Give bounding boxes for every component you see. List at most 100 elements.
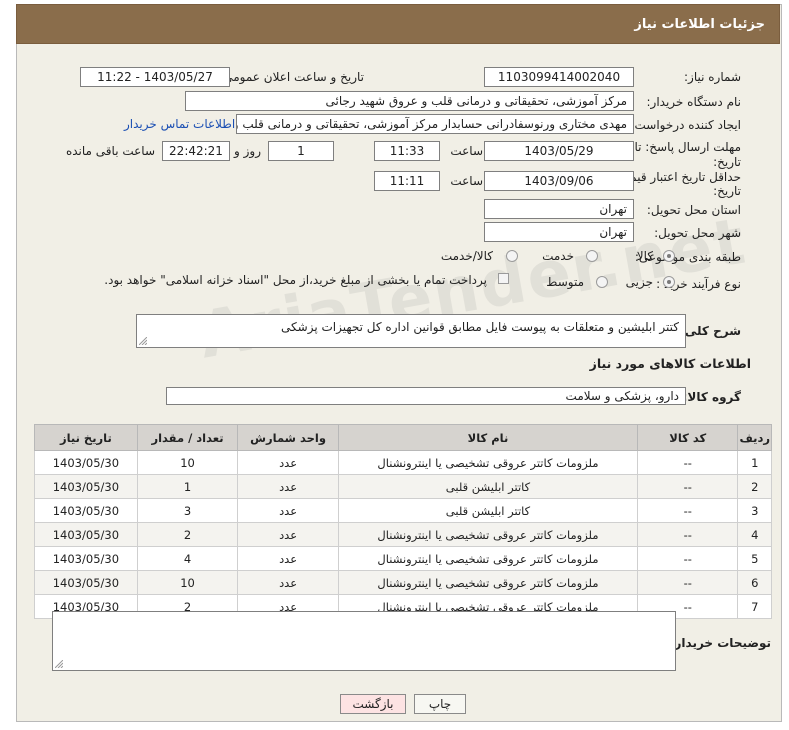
table-cell: 1403/05/30 [34, 570, 138, 595]
goods-group-label: گروه کالا: [682, 390, 741, 404]
validity-time-label: ساعت [450, 174, 483, 188]
requester-label: ایجاد کننده درخواست: [630, 118, 741, 132]
purchase-option-medium: متوسط [546, 275, 584, 289]
need-number-field[interactable]: 1103099414002040 [484, 67, 634, 87]
buyer-notes-textarea[interactable] [52, 611, 676, 671]
column-header: واحد شمارش [237, 424, 339, 451]
goods-table: ردیف کد کالا نام کالا واحد شمارش تعداد /… [34, 424, 772, 619]
category-option-goods-service: کالا/خدمت [440, 249, 493, 263]
need-number-label: شماره نیاز: [684, 70, 741, 84]
city-field[interactable]: تهران [484, 222, 634, 242]
category-radio-goods[interactable] [663, 250, 675, 262]
purchase-radio-medium[interactable] [596, 276, 608, 288]
table-row[interactable]: 1 -- ملزومات کاتتر عروقی تشخیصی یا اینترون… [34, 450, 772, 475]
purchase-option-minor: جزیی [625, 275, 653, 289]
buyer-org-field[interactable]: مرکز آموزشی، تحقیقاتی و درمانی قلب و عرو… [185, 91, 634, 111]
table-header-row: ردیف کد کالا نام کالا واحد شمارش تعداد /… [34, 424, 772, 451]
page-title: جزئیات اطلاعات نیاز [16, 4, 780, 44]
table-cell: 1403/05/30 [34, 474, 138, 499]
category-radio-goods-service[interactable] [506, 250, 518, 262]
table-cell: 1403/05/30 [34, 450, 138, 475]
table-cell: 1 [737, 450, 772, 475]
table-row[interactable]: 2 -- کاتتر ابلیشن قلبی عدد 1 1403/05/30 [34, 474, 772, 499]
table-cell: 3 [737, 498, 772, 523]
table-cell: عدد [237, 546, 339, 571]
table-cell: -- [637, 498, 739, 523]
purchase-radio-minor[interactable] [663, 276, 675, 288]
validity-time-field[interactable]: 11:11 [374, 171, 440, 191]
treasury-checkbox[interactable] [498, 273, 509, 284]
table-cell: 6 [737, 570, 772, 595]
table-cell: 10 [136, 570, 239, 595]
deadline-date-field[interactable]: 1403/05/29 [484, 141, 634, 161]
city-label: شهر محل تحویل: [654, 226, 741, 240]
table-cell: 1 [136, 474, 239, 499]
table-cell: 1403/05/30 [34, 522, 138, 547]
table-cell: عدد [237, 522, 339, 547]
table-cell: ملزومات کاتتر عروقی تشخیصی یا اینترونشنا… [337, 546, 639, 571]
table-cell: 5 [737, 546, 772, 571]
deadline-label-date: تاریخ: [713, 155, 741, 169]
table-cell: -- [637, 546, 739, 571]
table-cell: 1403/05/30 [34, 498, 138, 523]
resize-grip-icon[interactable] [139, 337, 147, 345]
buyer-org-label: نام دستگاه خریدار: [646, 95, 742, 109]
validity-date-field[interactable]: 1403/09/06 [484, 171, 634, 191]
table-cell: ملزومات کاتتر عروقی تشخیصی یا اینترونشنا… [337, 570, 639, 595]
table-cell: ملزومات کاتتر عروقی تشخیصی یا اینترونشنا… [337, 522, 639, 547]
remaining-time-field[interactable]: 22:42:21 [162, 141, 230, 161]
table-cell: 4 [737, 522, 772, 547]
table-cell: عدد [237, 498, 339, 523]
requester-field[interactable]: مهدی مختاری ورنوسفادرانی حسابدار مرکز آم… [236, 114, 634, 134]
announce-field[interactable]: 1403/05/27 - 11:22 [80, 67, 230, 87]
table-cell: عدد [237, 570, 339, 595]
deadline-time-field[interactable]: 11:33 [374, 141, 440, 161]
announce-label: تاریخ و ساعت اعلان عمومی: [219, 70, 364, 84]
table-cell: 3 [136, 498, 239, 523]
table-cell: عدد [237, 474, 339, 499]
province-field[interactable]: تهران [484, 199, 634, 219]
table-cell: کاتتر ابلیشن قلبی [337, 498, 639, 523]
category-radio-service[interactable] [586, 250, 598, 262]
table-cell: -- [637, 474, 739, 499]
buyer-notes-label: توضیحات خریدار: [669, 636, 771, 650]
column-header: نام کالا [337, 424, 639, 451]
days-label: روز و [234, 144, 261, 158]
table-cell: 10 [136, 450, 239, 475]
print-button[interactable]: چاپ [414, 694, 466, 714]
table-cell: 7 [737, 594, 772, 619]
category-option-service: خدمت [542, 249, 574, 263]
goods-group-field[interactable]: دارو، پزشکی و سلامت [166, 387, 686, 405]
province-label: استان محل تحویل: [646, 203, 741, 217]
contact-buyer-link[interactable]: اطلاعات تماس خریدار [124, 117, 235, 131]
back-button[interactable]: بازگشت [340, 694, 406, 714]
resize-grip-icon[interactable] [55, 660, 63, 668]
description-textarea[interactable]: کتتر ابلیشین و متعلقات به پیوست فایل مطا… [136, 314, 686, 348]
remaining-label: ساعت باقی مانده [65, 144, 155, 158]
table-cell: 4 [136, 546, 239, 571]
days-remaining-field[interactable]: 1 [268, 141, 334, 161]
table-cell: عدد [237, 450, 339, 475]
table-row[interactable]: 5 -- ملزومات کاتتر عروقی تشخیصی یا اینترون… [34, 546, 772, 571]
deadline-time-label: ساعت [450, 144, 483, 158]
column-header: تاریخ نیاز [34, 424, 138, 451]
column-header: کد کالا [637, 424, 739, 451]
column-header: ردیف [737, 424, 772, 451]
deadline-label: مهلت ارسال پاسخ: تا [634, 140, 741, 154]
table-cell: 2 [136, 522, 239, 547]
table-row[interactable]: 3 -- کاتتر ابلیشن قلبی عدد 3 1403/05/30 [34, 498, 772, 523]
table-cell: 1403/05/30 [34, 546, 138, 571]
table-cell: 2 [737, 474, 772, 499]
payment-note: پرداخت تمام یا بخشی از مبلغ خرید،از محل … [104, 273, 487, 287]
category-option-goods: کالا [636, 249, 653, 263]
table-row[interactable]: 4 -- ملزومات کاتتر عروقی تشخیصی یا اینترون… [34, 522, 772, 547]
table-row[interactable]: 6 -- ملزومات کاتتر عروقی تشخیصی یا اینترون… [34, 570, 772, 595]
validity-label-date: تاریخ: [713, 184, 741, 198]
table-cell: کاتتر ابلیشن قلبی [337, 474, 639, 499]
goods-section-title: اطلاعات کالاهای مورد نیاز [589, 356, 751, 371]
table-cell: ملزومات کاتتر عروقی تشخیصی یا اینترونشنا… [337, 450, 639, 475]
table-cell: -- [637, 522, 739, 547]
table-cell: -- [637, 450, 739, 475]
column-header: تعداد / مقدار [136, 424, 239, 451]
table-cell: -- [637, 570, 739, 595]
